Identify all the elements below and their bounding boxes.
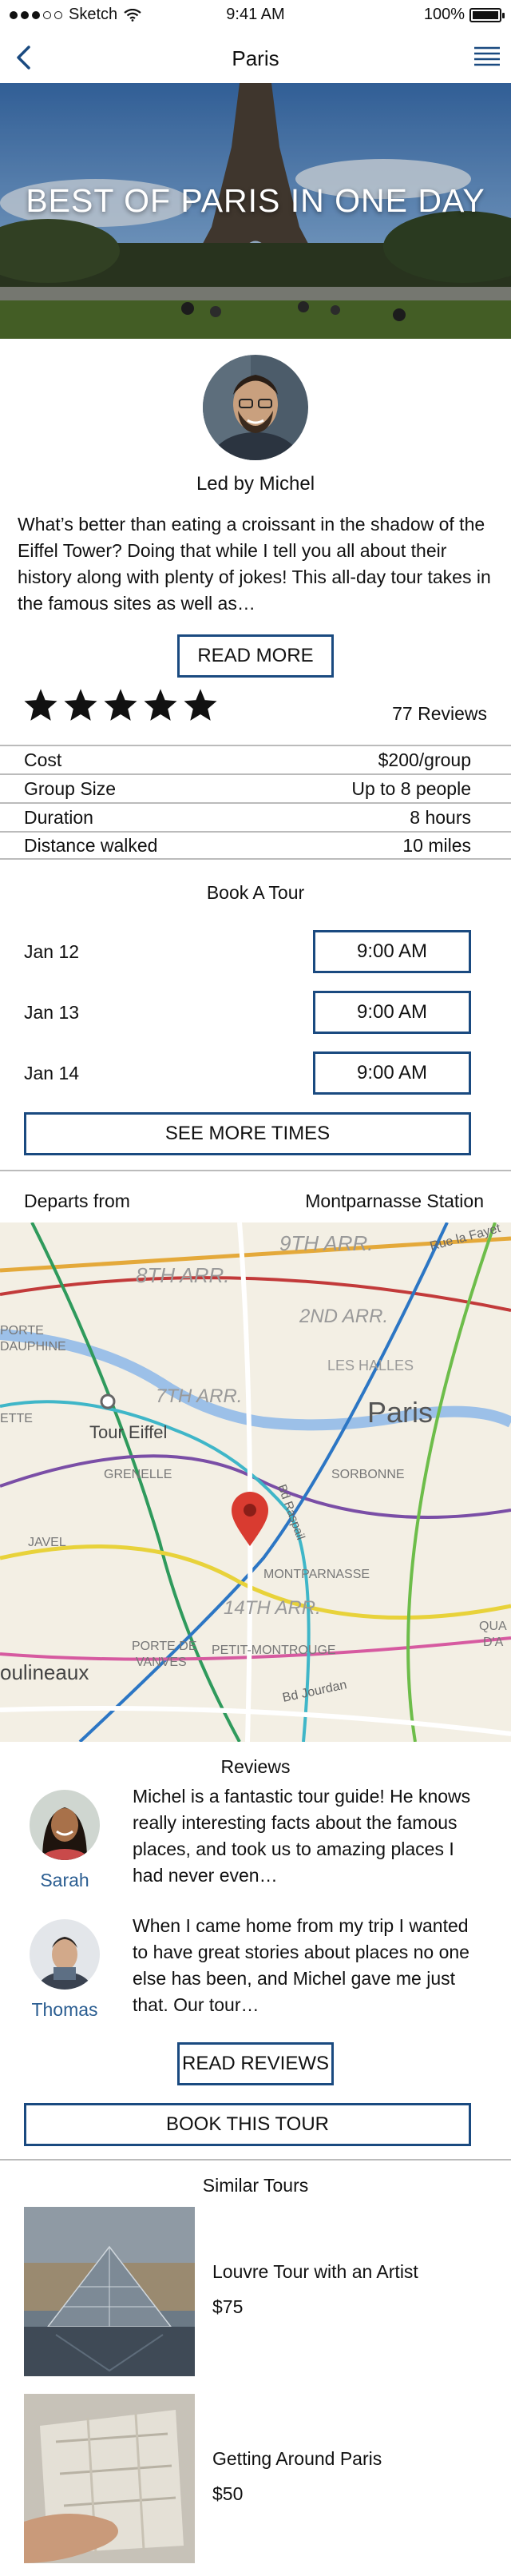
map-label: PETIT-MONTROUGE	[212, 1644, 336, 1657]
time-slot-button[interactable]: 9:00 AM	[313, 930, 471, 973]
star-icon	[64, 689, 97, 721]
detail-label: Duration	[24, 806, 93, 828]
reviews-count[interactable]: 77 Reviews	[392, 703, 487, 725]
detail-label: Group Size	[24, 777, 117, 799]
map-graphic: 9TH ARR. 8TH ARR. 2ND ARR. LES HALLES 7T…	[0, 1222, 511, 1742]
divider	[0, 1170, 511, 1171]
review-text: Michel is a fantastic tour guide! He kno…	[133, 1786, 471, 1886]
map-label: 7TH ARR.	[156, 1385, 242, 1407]
reviewer-name[interactable]: Sarah	[17, 1870, 113, 1891]
map-label: VANVES	[136, 1656, 187, 1669]
booking-title: Book A Tour	[206, 882, 305, 903]
hero-title: BEST OF PARIS IN ONE DAY	[26, 182, 485, 219]
map-label: 9TH ARR.	[279, 1231, 374, 1255]
departs-location: Montparnasse Station	[305, 1191, 484, 1211]
map-label: Paris	[367, 1396, 433, 1429]
detail-row-group-size: Group Size Up to 8 people	[0, 773, 511, 802]
tour-description: What’s better than eating a croissant in…	[18, 514, 491, 614]
similar-tour-name[interactable]: Louvre Tour with an Artist	[212, 2261, 418, 2283]
star-icon	[184, 689, 217, 721]
similar-tour-price: $75	[212, 2296, 244, 2317]
navigation-bar: Paris	[0, 32, 511, 83]
tour-details-table: Cost $200/group Group Size Up to 8 peopl…	[0, 745, 511, 860]
detail-value: Up to 8 people	[351, 777, 471, 799]
map-label: D'A	[483, 1636, 504, 1649]
see-more-times-button[interactable]: SEE MORE TIMES	[24, 1112, 471, 1155]
map-label: SORBONNE	[331, 1468, 405, 1481]
map-label: MONTPARNASSE	[263, 1568, 370, 1581]
map-label: JAVEL	[28, 1536, 66, 1549]
map-label: oulineaux	[0, 1660, 89, 1684]
map-label: 8TH ARR.	[136, 1263, 230, 1287]
map-label: 14TH ARR.	[224, 1597, 321, 1619]
star-icon	[144, 689, 177, 721]
time-slot-button[interactable]: 9:00 AM	[313, 991, 471, 1034]
detail-label: Cost	[24, 749, 62, 770]
rating-stars	[24, 689, 217, 722]
hamburger-menu-icon[interactable]	[473, 43, 501, 72]
read-reviews-button[interactable]: READ REVIEWS	[177, 2042, 334, 2085]
detail-value: 10 miles	[402, 834, 471, 856]
departure-map[interactable]: 9TH ARR. 8TH ARR. 2ND ARR. LES HALLES 7T…	[0, 1222, 511, 1742]
similar-tour-name[interactable]: Getting Around Paris	[212, 2448, 382, 2470]
map-label: DAUPHINE	[0, 1340, 66, 1354]
detail-row-distance: Distance walked 10 miles	[0, 831, 511, 860]
similar-tour-price: $50	[212, 2483, 244, 2504]
map-label: PORTE DE	[132, 1640, 197, 1653]
page-title: Paris	[232, 46, 279, 70]
map-label: LES HALLES	[327, 1358, 414, 1373]
map-label: ETTE	[0, 1412, 33, 1425]
detail-row-cost: Cost $200/group	[0, 745, 511, 773]
detail-label: Distance walked	[24, 834, 158, 856]
similar-tours-title: Similar Tours	[202, 2175, 309, 2196]
detail-value: $200/group	[378, 749, 471, 770]
departs-label: Departs from	[24, 1191, 130, 1211]
map-label: Tour Eiffel	[89, 1422, 167, 1442]
star-icon	[24, 689, 57, 721]
reviewer-avatar	[30, 1790, 100, 1860]
detail-row-duration: Duration 8 hours	[0, 802, 511, 831]
star-icon	[104, 689, 137, 721]
louvre-photo[interactable]	[24, 2207, 195, 2376]
reviewer-name[interactable]: Thomas	[17, 1999, 113, 2021]
map-label: PORTE	[0, 1324, 44, 1338]
read-more-button[interactable]: READ MORE	[177, 634, 334, 678]
time-slot-button[interactable]: 9:00 AM	[313, 1051, 471, 1095]
battery-percent: 100%	[423, 6, 465, 23]
review-text: When I came home from my trip I wanted t…	[133, 1915, 469, 2015]
battery-icon	[469, 7, 505, 22]
map-label: 2ND ARR.	[299, 1306, 388, 1327]
hero-banner: BEST OF PARIS IN ONE DAY	[0, 83, 511, 339]
battery-info: 100%	[423, 6, 505, 24]
guide-label: Led by Michel	[196, 473, 315, 495]
status-bar: Sketch 9:41 AM 100%	[0, 0, 511, 32]
slot-date: Jan 14	[24, 1063, 80, 1083]
map-label: QUA	[479, 1620, 507, 1633]
map-reading-photo[interactable]	[24, 2394, 195, 2563]
reviews-title: Reviews	[220, 1756, 291, 1777]
book-this-tour-button[interactable]: BOOK THIS TOUR	[24, 2103, 471, 2146]
guide-avatar	[203, 355, 308, 460]
divider	[0, 2159, 511, 2161]
slot-date: Jan 12	[24, 941, 80, 962]
detail-value: 8 hours	[410, 806, 471, 828]
map-label: GRENELLE	[104, 1468, 172, 1481]
reviewer-avatar	[30, 1919, 100, 1990]
slot-date: Jan 13	[24, 1002, 80, 1023]
